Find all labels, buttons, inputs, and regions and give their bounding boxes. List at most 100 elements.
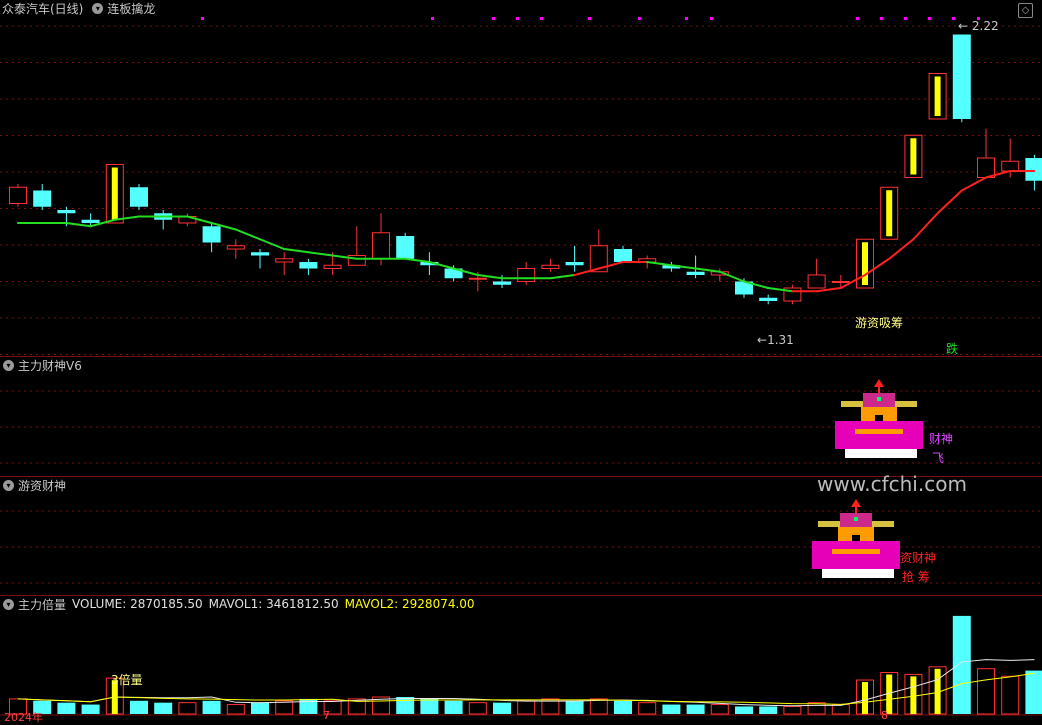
candle-body [759, 297, 778, 301]
signal-dot [952, 17, 955, 20]
ma-line-segment [234, 228, 261, 241]
candle-body [396, 236, 415, 259]
volume-panel[interactable]: ▾ 主力倍量 VOLUME: 2870185.50 MAVOL1: 346181… [0, 596, 1042, 724]
candle-body [202, 226, 221, 243]
candle-body [251, 252, 269, 256]
candle-body [686, 271, 705, 275]
candle-body [831, 281, 850, 283]
ma-line-segment [404, 257, 431, 263]
signal-dot [856, 17, 859, 20]
ma-line-segment [259, 238, 286, 250]
volume-chart[interactable] [0, 596, 1042, 721]
signal-dot [638, 17, 641, 20]
ma-line-segment [694, 267, 721, 273]
candle-body [614, 249, 632, 262]
volume-bar [1001, 675, 1020, 715]
price-panel[interactable]: 众泰汽车(日线) ▾ 连板擒龙 ← 2.22 ←1.31 游资吸筹 跌 ◇ [0, 0, 1042, 356]
high-price-label: ← 2.22 [958, 19, 999, 33]
volume-bar [735, 706, 753, 714]
signal-dot [492, 17, 495, 20]
panel2-chart [0, 379, 1042, 464]
signal-dot [904, 17, 907, 20]
arrow-up-icon [874, 379, 884, 387]
watermark: www.cfchi.com [817, 472, 967, 496]
low-price-label: ←1.31 [757, 333, 794, 347]
panel3-figure-text-1: 资财神 [900, 551, 937, 565]
candle-body [517, 268, 536, 282]
ma-line-segment [65, 222, 92, 228]
signal-dot [588, 17, 591, 20]
volume-bar [977, 668, 995, 715]
belt [855, 429, 903, 434]
candlestick-chart[interactable] [0, 0, 1042, 356]
ma-line-segment [888, 238, 915, 260]
volume-bar [1025, 670, 1042, 714]
panel2-figure-text-1: 财神 [929, 432, 954, 446]
arrow-left-icon: ← [958, 19, 969, 33]
robe [812, 541, 900, 569]
candle-body [299, 262, 318, 269]
volume-bar [589, 698, 608, 715]
candle-body [1001, 160, 1020, 172]
volume-bar [638, 702, 657, 715]
candle-body [33, 190, 52, 207]
ma-line-segment [912, 212, 939, 241]
limit-up-bar [111, 167, 118, 220]
panel2-figure-text-2: 飞 [932, 451, 945, 465]
volume-bar [493, 702, 511, 714]
volume-bar [952, 615, 971, 714]
signal-dot [880, 17, 883, 20]
volume-bar [565, 700, 584, 714]
candle-body [565, 262, 584, 266]
signal-dot [516, 17, 519, 20]
candle-body [952, 34, 971, 119]
candle-body [807, 274, 826, 289]
volume-bar [154, 702, 173, 714]
candle-body [9, 186, 27, 204]
ma-line-segment [283, 248, 310, 254]
ma-line-segment [718, 270, 745, 283]
indicator-panel-3[interactable]: ▾ 游资财神 资财神 抢 筹 www.cfchi.com [0, 472, 1042, 595]
volume-bar [81, 704, 100, 714]
volume-bar [57, 702, 76, 714]
volume-bar [710, 704, 729, 715]
mouth [875, 415, 883, 422]
volume-bar [662, 704, 681, 714]
hat-gem [854, 517, 858, 521]
annotation-label: 游资吸筹 [855, 316, 904, 330]
volume-limit-bar [910, 676, 917, 714]
signal-dot [685, 17, 688, 20]
belt [832, 549, 880, 554]
panel3-figure-text-2: 抢 筹 [902, 570, 930, 584]
volume-bar [759, 706, 778, 714]
candle-body [1025, 158, 1042, 181]
candle-body [130, 187, 148, 207]
volume-bar [614, 700, 632, 714]
wealth-god-figure [812, 499, 900, 578]
indicator-panel-2[interactable]: ▾ 主力财神V6 财神 飞 [0, 357, 1042, 476]
volume-bar [202, 700, 221, 714]
axis-month-8: 8 [881, 709, 888, 722]
candle-body [372, 232, 390, 260]
volume-bar [420, 698, 439, 714]
volume-bar [444, 700, 463, 714]
scroll-right-icon[interactable]: ◇ [1018, 3, 1033, 18]
limit-up-bar [862, 242, 868, 285]
ma-line-segment [960, 176, 987, 192]
signal-dot [710, 17, 713, 20]
candle-body [57, 210, 76, 214]
volume-bar [517, 700, 536, 715]
arrow-left-icon: ← [757, 333, 768, 347]
hat-gem [877, 397, 881, 401]
candle-body [226, 245, 245, 250]
arrow-stem [855, 507, 857, 513]
base [845, 449, 917, 458]
high-value: 2.22 [971, 19, 999, 33]
candle-body [323, 264, 342, 269]
candle-body [977, 157, 995, 178]
signal-label: 跌 [946, 342, 959, 356]
volume-bar [251, 702, 269, 714]
volume-bar [226, 704, 245, 715]
candle-body [275, 258, 294, 263]
limit-up-bar [910, 138, 917, 175]
